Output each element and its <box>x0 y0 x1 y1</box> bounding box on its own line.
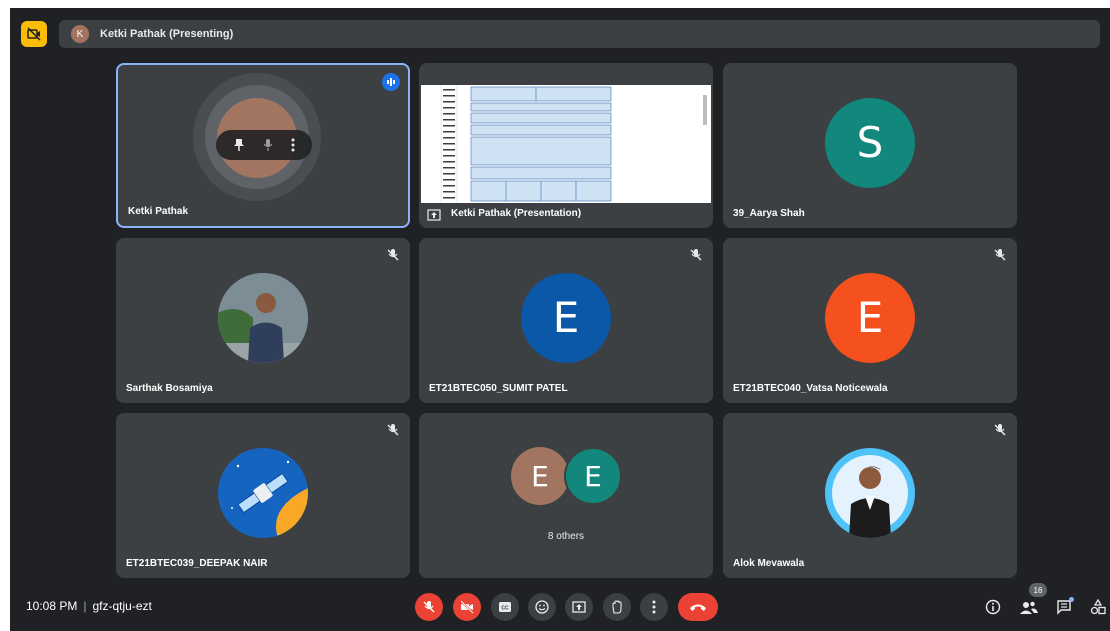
participant-name: Ketki Pathak <box>128 206 189 217</box>
participant-name: Ketki Pathak (Presentation) <box>451 208 582 219</box>
tile-vatsa-noticewala[interactable]: E ET21BTEC040_Vatsa Noticewala <box>723 238 1017 403</box>
shapes-icon <box>1090 599 1106 615</box>
leave-call-button[interactable] <box>678 593 718 621</box>
speaking-indicator-icon <box>382 73 400 91</box>
people-button[interactable] <box>1019 597 1039 617</box>
mic-off-icon <box>994 249 1006 261</box>
avatar-photo <box>218 272 308 363</box>
activities-button[interactable] <box>1088 597 1108 617</box>
others-count-label: 8 others <box>547 531 585 542</box>
microphone-toggle-button[interactable] <box>415 593 443 621</box>
avatar: E <box>511 447 569 505</box>
tile-sumit-patel[interactable]: E ET21BTEC050_SUMIT PATEL <box>419 238 713 403</box>
meet-window: K Ketki Pathak (Presenting) Ketki Pathak <box>10 8 1110 631</box>
participant-name: ET21BTEC039_DEEPAK NAIR <box>126 558 268 569</box>
participant-name: ET21BTEC040_Vatsa Noticewala <box>733 383 888 394</box>
hand-icon <box>612 600 622 614</box>
tile-presentation[interactable]: Ketki Pathak (Presentation) <box>419 63 713 228</box>
emoji-icon <box>535 600 549 614</box>
avatar: E <box>825 272 915 363</box>
info-icon <box>985 599 1001 615</box>
mic-off-icon <box>387 249 399 261</box>
participant-name: Alok Mevawala <box>733 558 805 569</box>
present-screen-icon <box>427 209 441 221</box>
camera-off-icon <box>27 27 41 41</box>
captions-button[interactable]: CC <box>491 593 519 621</box>
svg-text:CC: CC <box>501 606 509 612</box>
tile-aarya-shah[interactable]: S 39_Aarya Shah <box>723 63 1017 228</box>
present-screen-icon <box>572 601 586 613</box>
spreadsheet-preview <box>421 85 711 203</box>
meeting-details-button[interactable] <box>983 597 1003 617</box>
camera-off-indicator[interactable] <box>21 21 47 47</box>
tile-ketki-pathak[interactable]: Ketki Pathak <box>116 63 410 228</box>
pin-icon[interactable] <box>233 138 245 152</box>
closed-captions-icon: CC <box>499 602 511 612</box>
participant-name: 39_Aarya Shah <box>733 208 805 219</box>
tile-hover-controls <box>216 130 312 160</box>
presenting-label: Ketki Pathak (Presenting) <box>100 28 234 40</box>
meeting-info: 10:08 PM | gfz-qtju-ezt <box>26 599 152 613</box>
presenting-banner[interactable]: K Ketki Pathak (Presenting) <box>59 20 1100 48</box>
participant-count-badge: 16 <box>1029 583 1047 597</box>
mic-off-icon <box>423 601 435 613</box>
presenter-avatar: K <box>71 25 89 43</box>
more-vert-icon <box>652 600 656 614</box>
participant-name: ET21BTEC050_SUMIT PATEL <box>429 383 568 394</box>
tile-deepak-nair[interactable]: ET21BTEC039_DEEPAK NAIR <box>116 413 410 578</box>
raise-hand-button[interactable] <box>603 593 631 621</box>
clock: 10:08 PM <box>26 599 78 613</box>
avatar: S <box>825 97 915 188</box>
chat-button[interactable] <box>1054 597 1074 617</box>
camera-toggle-button[interactable] <box>453 593 481 621</box>
hang-up-icon <box>690 604 706 611</box>
camera-off-icon <box>460 600 474 614</box>
avatar: E <box>521 272 611 363</box>
avatar: E <box>564 447 622 505</box>
mic-off-icon <box>994 424 1006 436</box>
tile-sarthak-bosamiya[interactable]: Sarthak Bosamiya <box>116 238 410 403</box>
tile-others[interactable]: E E 8 others <box>419 413 713 578</box>
mic-off-icon <box>690 249 702 261</box>
more-options-icon[interactable] <box>291 138 295 152</box>
mute-participant-icon[interactable] <box>262 138 274 152</box>
presentation-screen <box>421 85 711 203</box>
people-icon <box>1020 601 1038 614</box>
avatar-photo <box>825 447 915 538</box>
reactions-button[interactable] <box>528 593 556 621</box>
meeting-code: gfz-qtju-ezt <box>92 599 152 613</box>
divider: | <box>83 599 87 613</box>
participant-name: Sarthak Bosamiya <box>126 383 213 394</box>
chat-notification-dot <box>1069 597 1074 602</box>
more-options-button[interactable] <box>640 593 668 621</box>
present-now-button[interactable] <box>565 593 593 621</box>
mic-off-icon <box>387 424 399 436</box>
tile-alok-mevawala[interactable]: Alok Mevawala <box>723 413 1017 578</box>
satellite-avatar <box>218 447 308 538</box>
